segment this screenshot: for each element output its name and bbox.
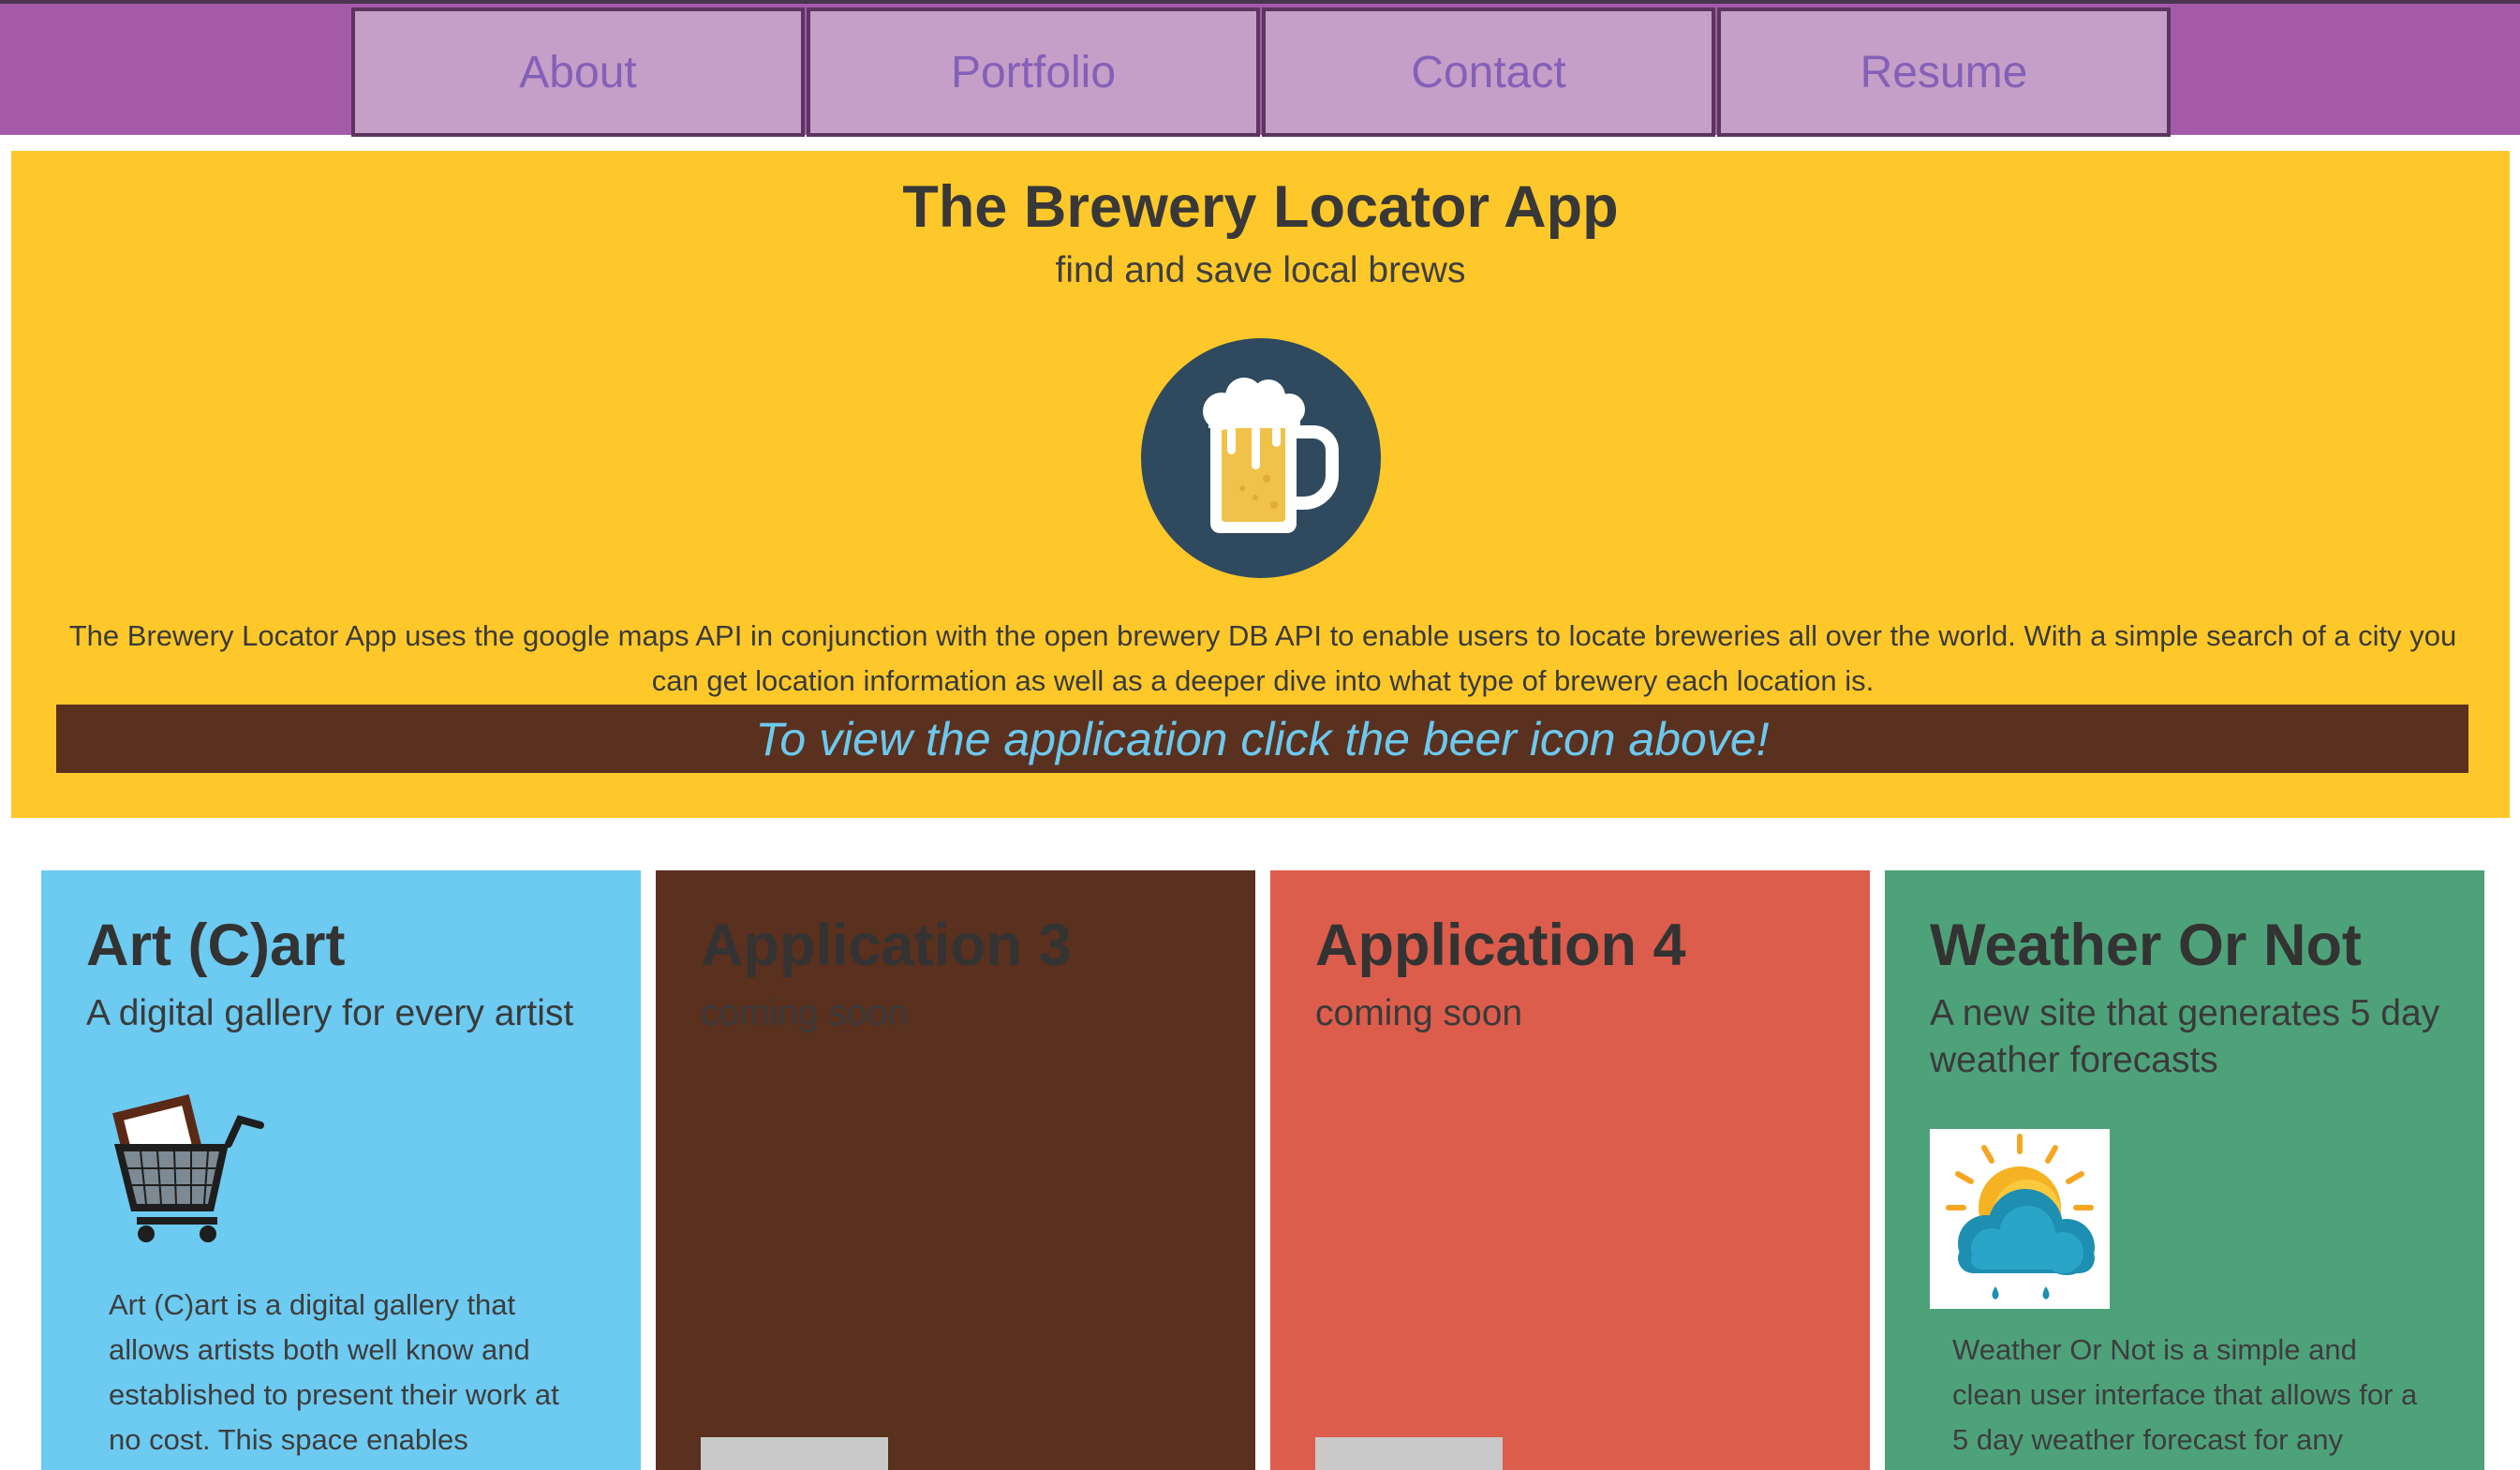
shopping-cart-art-icon[interactable] [103, 1082, 272, 1251]
nav-portfolio-link[interactable]: Portfolio [807, 7, 1260, 137]
card-title: Application 3 [701, 913, 1072, 978]
project-card-art-cart: Art (C)art A digital gallery for every a… [41, 870, 641, 1470]
featured-subtitle: find and save local brews [1055, 250, 1466, 290]
card-title: Art (C)art [86, 913, 346, 978]
card-subtitle: A digital gallery for every artist [86, 993, 574, 1033]
card-subtitle: A new site that generates 5 day weather … [1930, 993, 2440, 1080]
card-title: Application 4 [1315, 913, 1686, 978]
card-button[interactable] [1315, 1437, 1503, 1470]
card-button[interactable] [701, 1437, 888, 1470]
card-description: Art (C)art is a digital gallery that all… [109, 1288, 559, 1456]
featured-description: The Brewery Locator App uses the google … [68, 619, 2457, 697]
card-title: Weather Or Not [1930, 913, 2362, 978]
sun-rain-cloud-icon[interactable] [1930, 1129, 2110, 1309]
top-navbar: About Portfolio Contact Resume [0, 0, 2520, 137]
featured-cta-banner: To view the application click the beer i… [56, 705, 2468, 773]
nav-about-link[interactable]: About [351, 7, 805, 137]
beer-mug-icon[interactable] [1141, 338, 1381, 578]
project-card-application-4: Application 4 coming soon [1270, 870, 1870, 1470]
nav-contact-link[interactable]: Contact [1262, 7, 1715, 137]
featured-project: The Brewery Locator App find and save lo… [11, 151, 2510, 818]
card-subtitle: coming soon [701, 993, 909, 1033]
featured-title: The Brewery Locator App [902, 174, 1619, 240]
card-description: Weather Or Not is a simple and clean use… [1952, 1333, 2418, 1456]
featured-cta-text: To view the application click the beer i… [755, 712, 1770, 765]
nav-resume-link[interactable]: Resume [1717, 7, 2171, 137]
project-card-weather-or-not: Weather Or Not A new site that generates… [1885, 870, 2484, 1470]
project-card-application-3: Application 3 coming soon [656, 870, 1255, 1470]
card-subtitle: coming soon [1315, 993, 1523, 1033]
